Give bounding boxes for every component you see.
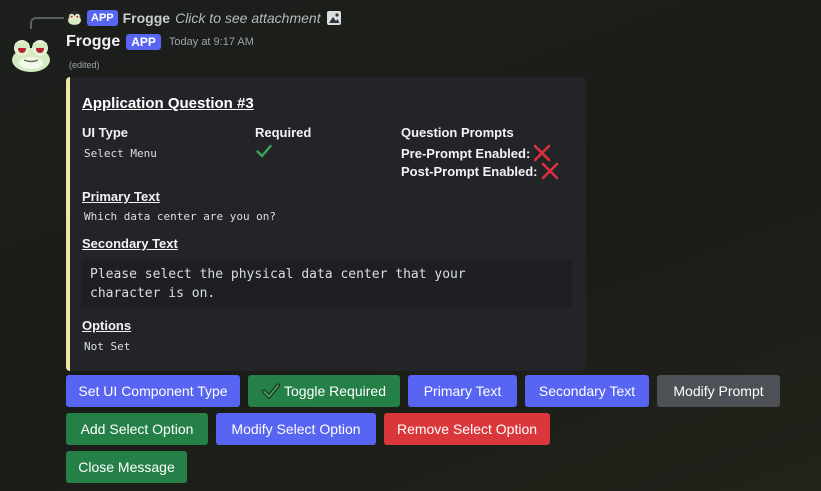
post-prompt-label: Post-Prompt Enabled: [401,163,538,179]
ui-type-value: Select Menu [84,147,157,160]
checkmark-icon [262,383,281,399]
primary-text-button[interactable]: Primary Text [408,375,517,407]
secondary-text-button[interactable]: Secondary Text [525,375,649,407]
author-avatar[interactable] [10,32,52,74]
options-label: Options [82,318,132,333]
secondary-text-label: Secondary Text [82,236,178,251]
message-header: Frogge APP Today at 9:17 AM [66,33,254,51]
question-prompts-label: Question Prompts [401,125,514,140]
pre-prompt-line: Pre-Prompt Enabled: [401,144,551,162]
toggle-required-label: Toggle Required [284,383,386,399]
checkmark-icon [256,144,272,163]
pre-prompt-label: Pre-Prompt Enabled: [401,145,531,161]
reply-text[interactable]: Click to see attachment [175,10,321,26]
ui-type-label: UI Type [82,125,128,140]
pre-prompt-cross-icon [533,144,551,162]
add-select-option-button[interactable]: Add Select Option [66,413,208,445]
post-prompt-cross-icon [541,162,558,180]
options-value: Not Set [84,340,131,353]
required-label: Required [255,125,312,140]
primary-text-value: Which data center are you on? [84,210,277,223]
author-name[interactable]: Frogge [66,33,120,51]
embed: Application Question #3 UI Type Select M… [66,77,586,371]
toggle-required-button[interactable]: Toggle Required [248,375,400,407]
remove-select-option-button[interactable]: Remove Select Option [384,413,550,445]
reply-connector [30,17,64,29]
post-prompt-line: Post-Prompt Enabled: [401,162,559,180]
modify-prompt-button[interactable]: Modify Prompt [657,375,780,407]
embed-title: Application Question #3 [82,95,254,112]
modify-select-option-button[interactable]: Modify Select Option [216,413,376,445]
reply-avatar [67,10,82,26]
reply-app-badge: APP [87,10,118,26]
reply-author[interactable]: Frogge [123,10,170,26]
close-message-button[interactable]: Close Message [66,451,187,483]
reply-preview[interactable]: APP Frogge Click to see attachment [67,8,342,28]
edited-label: (edited) [69,60,100,70]
app-badge: APP [126,34,161,50]
set-ui-component-type-button[interactable]: Set UI Component Type [66,375,240,407]
secondary-text-codeblock: Please select the physical data center t… [82,259,572,307]
primary-text-label: Primary Text [82,189,160,204]
timestamp[interactable]: Today at 9:17 AM [169,36,254,48]
image-icon [326,10,342,26]
